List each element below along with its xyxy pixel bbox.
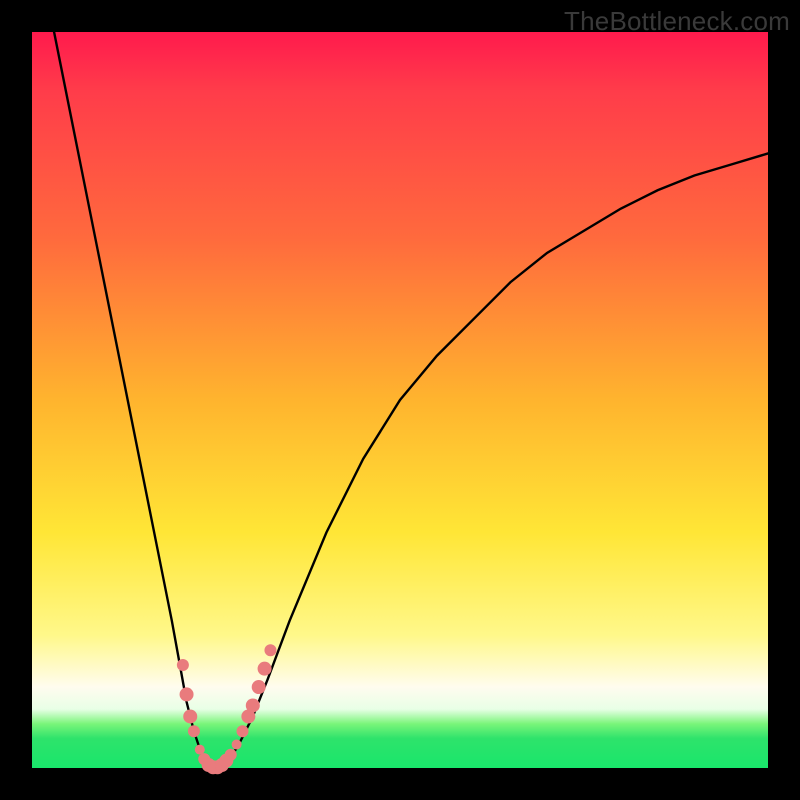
plot-area <box>32 32 768 768</box>
marker-dot <box>225 749 237 761</box>
left-branch-line <box>54 32 216 768</box>
marker-dot <box>180 687 194 701</box>
marker-dot <box>264 644 276 656</box>
right-branch-line <box>216 153 768 768</box>
marker-dot <box>246 698 260 712</box>
marker-dot <box>195 745 205 755</box>
attribution-text: TheBottleneck.com <box>564 6 790 37</box>
marker-dot <box>232 739 242 749</box>
marker-dot <box>183 709 197 723</box>
curve-layer <box>32 32 768 768</box>
marker-dot <box>258 662 272 676</box>
marker-dot <box>237 725 249 737</box>
marker-dot <box>177 659 189 671</box>
marker-dot <box>252 680 266 694</box>
marker-dot <box>188 725 200 737</box>
highlight-markers <box>177 644 277 774</box>
chart-frame: TheBottleneck.com <box>0 0 800 800</box>
